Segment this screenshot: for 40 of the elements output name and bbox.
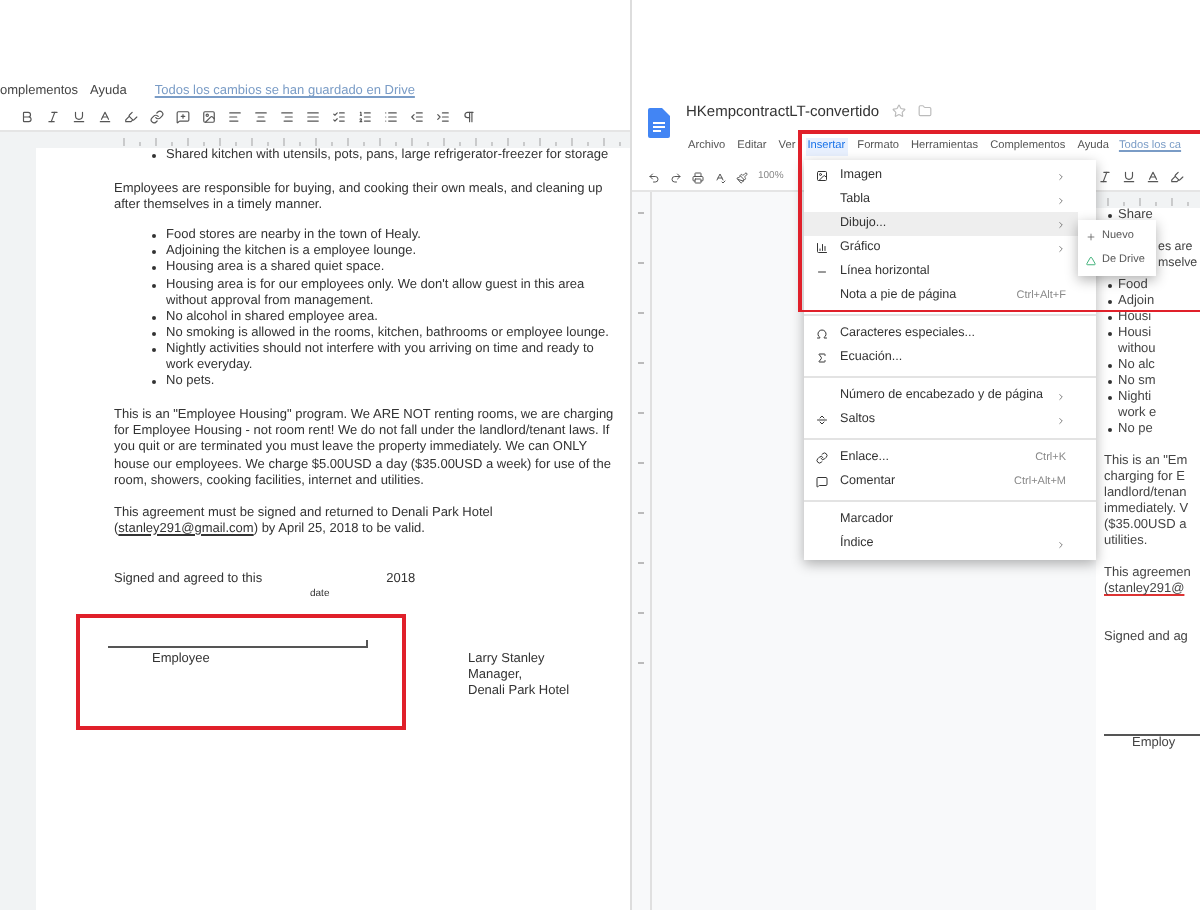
numbered-list-icon[interactable] xyxy=(358,110,372,124)
image-icon[interactable] xyxy=(202,110,216,124)
image-icon xyxy=(816,170,828,182)
align-left-icon[interactable] xyxy=(228,110,242,124)
text-color-icon[interactable] xyxy=(98,110,112,124)
highlighter-icon[interactable] xyxy=(124,110,138,124)
signature-line xyxy=(1104,734,1200,736)
indent-decrease-icon[interactable] xyxy=(410,110,424,124)
link-icon[interactable] xyxy=(150,110,164,124)
page-break-icon xyxy=(816,414,828,426)
paint-format-icon[interactable] xyxy=(736,171,748,183)
indent-increase-icon[interactable] xyxy=(436,110,450,124)
align-justify-icon[interactable] xyxy=(306,110,320,124)
underline-icon[interactable] xyxy=(72,110,86,124)
underline-icon[interactable] xyxy=(1122,170,1136,184)
sigma-icon xyxy=(816,352,828,364)
drive-icon xyxy=(1086,255,1096,265)
comment-icon xyxy=(816,476,828,488)
link-icon xyxy=(816,452,828,464)
redo-icon[interactable] xyxy=(670,171,682,183)
omega-icon xyxy=(816,328,828,340)
star-icon[interactable] xyxy=(891,104,906,119)
print-icon[interactable] xyxy=(692,171,704,183)
plus-icon xyxy=(1086,231,1096,241)
spellcheck-icon[interactable] xyxy=(714,171,726,183)
text-color-icon[interactable] xyxy=(1146,170,1160,184)
bold-icon[interactable] xyxy=(20,110,34,124)
comment-icon[interactable] xyxy=(176,110,190,124)
highlighter-icon[interactable] xyxy=(1170,170,1184,184)
align-right-icon[interactable] xyxy=(280,110,294,124)
italic-icon[interactable] xyxy=(1098,170,1112,184)
pilcrow-icon[interactable] xyxy=(462,110,476,124)
docs-logo-icon[interactable] xyxy=(648,108,670,138)
align-center-icon[interactable] xyxy=(254,110,268,124)
line-icon xyxy=(816,266,828,278)
checklist-icon[interactable] xyxy=(332,110,346,124)
bulleted-list-icon[interactable] xyxy=(384,110,398,124)
undo-icon[interactable] xyxy=(648,171,660,183)
chart-icon xyxy=(816,242,828,254)
italic-icon[interactable] xyxy=(46,110,60,124)
